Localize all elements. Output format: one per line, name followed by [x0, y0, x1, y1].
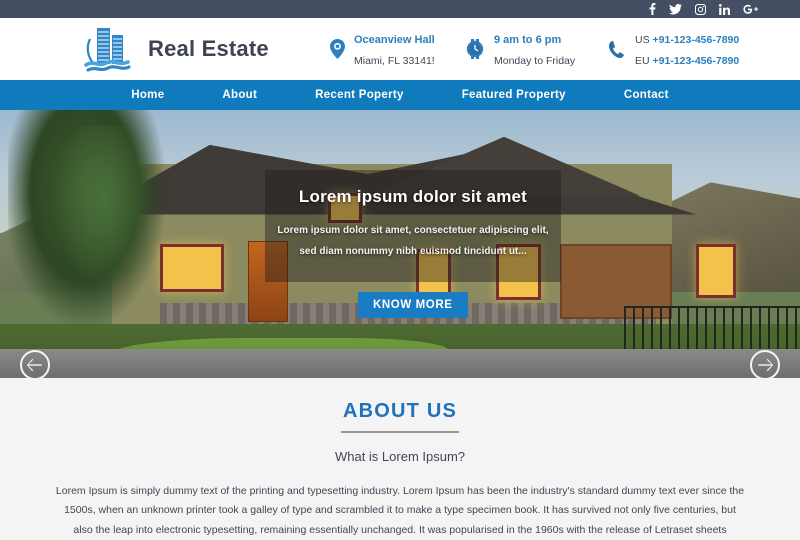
phone-us-label: US [635, 33, 650, 46]
brand-name: Real Estate [148, 36, 269, 61]
nav-item-recent-poperty[interactable]: Recent Poperty [286, 89, 433, 101]
map-pin-icon [330, 39, 345, 59]
buildings-wave-logo-icon [80, 23, 142, 75]
about-question: What is Lorem Ipsum? [334, 449, 466, 464]
social-links [649, 3, 758, 15]
hero-subtitle: Lorem ipsum dolor sit amet, consectetuer… [265, 220, 561, 262]
phone-us-number: +91-123-456-7890 [652, 33, 740, 46]
hero-title: Lorem ipsum dolor sit amet [298, 187, 528, 206]
phone-icon [608, 40, 626, 59]
phone-eu-number: +91-123-456-7890 [652, 55, 740, 67]
site-header: Real Estate Oceanview Hall Miami, FL 331… [0, 18, 800, 80]
hero-subtitle-line2: sed diam nonummy nibh euismod tincidunt … [299, 246, 527, 257]
location-line1: Oceanview Hall [354, 33, 435, 46]
brand-logo[interactable]: Real Estate [80, 23, 269, 75]
phone-eu-label: EU [635, 55, 650, 67]
location-line2: Miami, FL 33141! [354, 55, 435, 67]
arrow-left-icon [27, 359, 43, 371]
main-navigation: Home About Recent Poperty Featured Prope… [0, 80, 800, 110]
phone-us: US +91-123-456-7890 [635, 34, 739, 46]
carousel-prev-button[interactable] [20, 350, 50, 378]
phone-eu: EU +91-123-456-7890 [635, 55, 739, 67]
header-phone: US +91-123-456-7890 EU +91-123-456-7890 [608, 28, 739, 70]
facebook-icon[interactable] [649, 3, 656, 15]
about-body: Lorem Ipsum is simply dummy text of the … [55, 485, 745, 536]
arrow-right-icon [757, 359, 773, 371]
about-section: ABOUT US What is Lorem Ipsum? Lorem Ipsu… [0, 378, 800, 540]
about-divider [341, 431, 459, 433]
hero-subtitle-line1: Lorem ipsum dolor sit amet, consectetuer… [277, 225, 549, 236]
page-root: Real Estate Oceanview Hall Miami, FL 331… [0, 0, 800, 540]
carousel-next-button[interactable] [750, 350, 780, 378]
hero-carousel: Lorem ipsum dolor sit amet Lorem ipsum d… [0, 110, 800, 378]
hours-line1: 9 am to 6 pm [494, 33, 562, 46]
linkedin-icon[interactable] [719, 3, 730, 15]
instagram-icon[interactable] [695, 3, 706, 15]
googleplus-icon[interactable] [743, 4, 758, 15]
know-more-button[interactable]: KNOW MORE [358, 292, 468, 318]
nav-item-about[interactable]: About [193, 89, 286, 101]
nav-item-featured-property[interactable]: Featured Property [433, 89, 595, 101]
header-location: Oceanview Hall Miami, FL 33141! [330, 28, 435, 70]
header-hours: 9 am to 6 pm Monday to Friday [465, 28, 575, 70]
twitter-icon[interactable] [669, 3, 682, 15]
about-title: ABOUT US [342, 400, 458, 422]
clock-icon [465, 39, 485, 59]
hero-caption-panel: Lorem ipsum dolor sit amet Lorem ipsum d… [265, 170, 561, 282]
hours-line2: Monday to Friday [494, 55, 576, 67]
top-bar [0, 0, 800, 18]
nav-item-contact[interactable]: Contact [595, 89, 698, 101]
nav-item-home[interactable]: Home [102, 89, 193, 101]
